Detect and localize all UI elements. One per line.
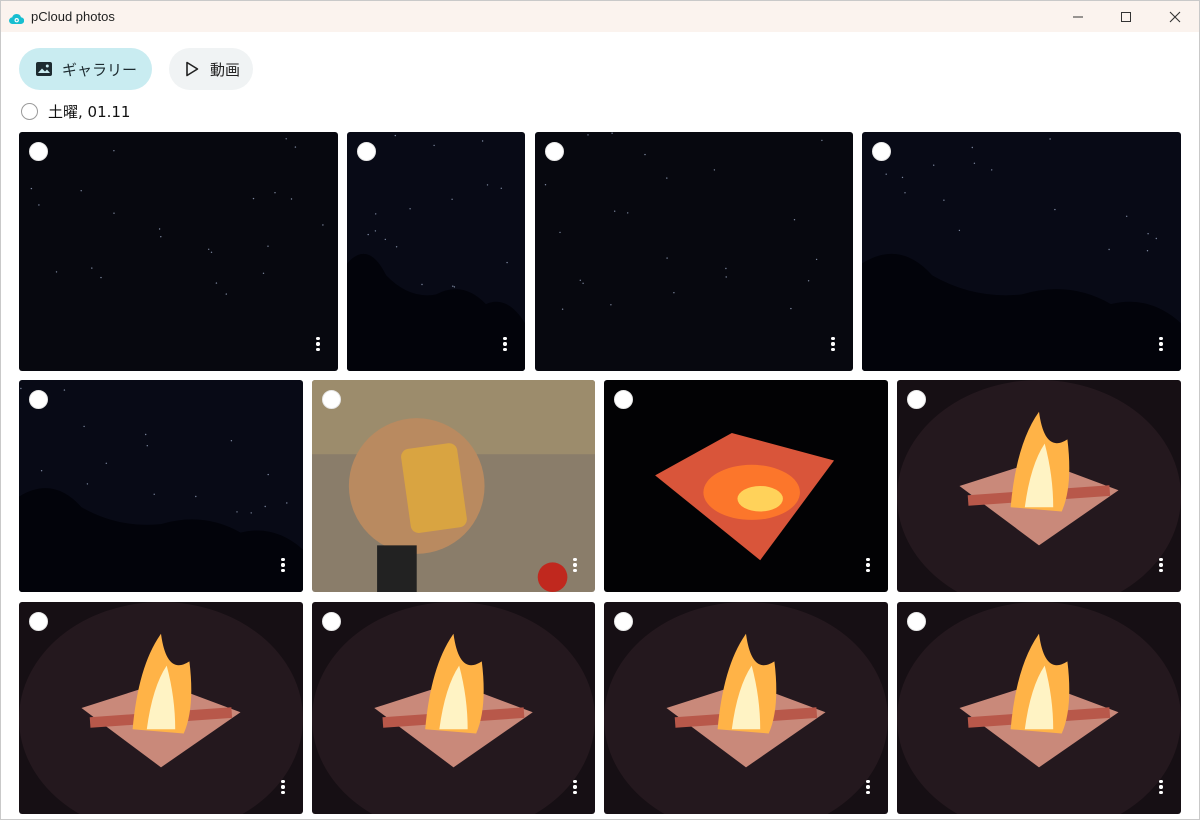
image-icon [35,60,53,78]
photo-image [862,132,1181,371]
photo-thumbnail[interactable] [862,132,1181,371]
photo-image [312,602,595,814]
photo-select-checkbox[interactable] [907,612,926,631]
more-options-icon[interactable] [281,558,285,572]
play-icon [183,60,201,78]
photo-image [604,602,888,814]
photo-image [897,380,1181,592]
photo-thumbnail[interactable] [897,602,1181,814]
photo-thumbnail[interactable] [312,380,595,592]
date-group-header: 土曜, 01.11 [21,101,130,122]
photo-image [19,132,338,371]
photo-select-checkbox[interactable] [322,612,341,631]
tab-gallery[interactable]: ギャラリー [19,48,152,90]
date-group-label: 土曜, 01.11 [48,103,131,121]
more-options-icon[interactable] [281,780,285,794]
tab-video-label: 動画 [210,60,241,79]
photo-thumbnail[interactable] [535,132,853,371]
photo-image [535,132,853,371]
more-options-icon[interactable] [503,337,507,351]
view-tabs: ギャラリー 動画 [19,48,253,90]
photo-select-checkbox[interactable] [614,612,633,631]
more-options-icon[interactable] [1159,337,1163,351]
date-group-select-checkbox[interactable] [21,103,38,120]
close-icon [1169,11,1181,22]
photo-select-checkbox[interactable] [872,142,891,161]
more-options-icon[interactable] [831,337,835,351]
more-options-icon[interactable] [1159,780,1163,794]
more-options-icon[interactable] [316,337,320,351]
photo-thumbnail[interactable] [19,132,338,371]
tab-video[interactable]: 動画 [169,48,253,90]
maximize-icon [1121,11,1131,22]
photo-thumbnail[interactable] [19,380,303,592]
photo-select-checkbox[interactable] [614,390,633,409]
close-button[interactable] [1150,1,1200,32]
title-bar: pCloud photos [1,1,1199,32]
minimize-button[interactable] [1053,1,1103,32]
photo-thumbnail[interactable] [604,602,888,814]
photo-thumbnail[interactable] [897,380,1181,592]
photo-select-checkbox[interactable] [29,612,48,631]
photo-image [897,602,1181,814]
more-options-icon[interactable] [866,780,870,794]
photo-image [19,380,303,592]
more-options-icon[interactable] [1159,558,1163,572]
photo-select-checkbox[interactable] [322,390,341,409]
more-options-icon[interactable] [573,780,577,794]
photo-select-checkbox[interactable] [29,390,48,409]
photo-select-checkbox[interactable] [545,142,564,161]
photo-image [19,602,303,814]
photo-select-checkbox[interactable] [29,142,48,161]
photo-thumbnail[interactable] [19,602,303,814]
photo-select-checkbox[interactable] [357,142,376,161]
photo-image [604,380,888,592]
more-options-icon[interactable] [866,558,870,572]
photo-select-checkbox[interactable] [907,390,926,409]
window-title: pCloud photos [31,9,115,24]
tab-gallery-label: ギャラリー [62,60,138,79]
photo-thumbnail[interactable] [604,380,888,592]
app-window: pCloud photos ギャラリー 動画 土曜, 01.11 [0,0,1200,820]
photo-image [312,380,595,592]
photo-thumbnail[interactable] [347,132,525,371]
photo-thumbnail[interactable] [312,602,595,814]
more-options-icon[interactable] [573,558,577,572]
photo-image [347,132,525,371]
maximize-button[interactable] [1101,1,1151,32]
pcloud-logo-icon [9,10,25,25]
minimize-icon [1073,16,1083,17]
